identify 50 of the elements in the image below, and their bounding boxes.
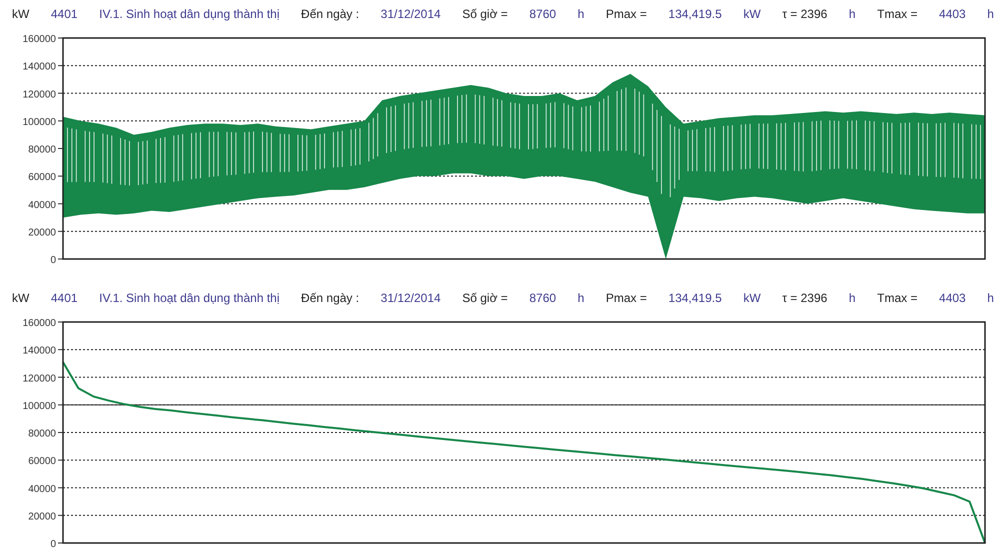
header-label: Tmax = [877,7,918,21]
y-tick-label: 140000 [22,62,56,73]
header-value: 4401 [50,291,78,305]
y-tick-label: 40000 [28,200,56,211]
y-tick-label: 40000 [28,484,56,495]
header-label: Số giờ = [462,291,508,305]
header-value: 8760 [529,7,556,21]
y-tick-label: 160000 [22,34,56,45]
header-value: h [578,291,584,305]
y-tick-label: 20000 [28,227,56,238]
y-tick-label: 100000 [22,400,56,412]
header-value: 8760 [529,291,556,305]
header-value: kW [743,291,761,305]
header-label: kW [12,7,30,21]
header-label: Số giờ = [462,7,508,21]
header-value: h [987,7,994,21]
header-label: Đến ngày : [301,291,360,305]
header-label: τ = 2396 [782,291,828,305]
y-tick-label: 60000 [28,456,56,468]
y-tick-label: 60000 [28,172,56,184]
y-tick-label: 100000 [22,116,56,128]
y-tick-label: 80000 [28,144,56,156]
header-value: IV.1. Sinh hoạt dân dụng thành thị [99,291,280,305]
header-value: 4403 [939,7,966,21]
y-tick-label: 160000 [22,318,56,329]
y-tick-label: 20000 [28,511,56,522]
y-tick-label: 120000 [22,373,56,384]
header-value: 134,419.5 [668,7,722,21]
y-tick-label: 120000 [22,89,56,100]
header-value: IV.1. Sinh hoạt dân dụng thành thị [99,7,280,21]
y-tick-label: 80000 [28,428,56,440]
header-value: h [848,291,856,305]
header-value: h [848,7,856,21]
header-value: 4403 [939,291,966,305]
header-value: 31/12/2014 [380,7,441,21]
header-value: h [987,291,994,305]
y-tick-label: 0 [50,539,56,550]
header-label: Tmax = [877,291,918,305]
header-value: kW [743,7,761,21]
header-value: 134,419.5 [668,291,722,305]
header-value: 4401 [50,7,78,21]
y-tick-label: 140000 [22,346,56,357]
y-tick-label: 0 [50,255,56,266]
header-label: Đến ngày : [301,7,360,21]
header-label: τ = 2396 [782,7,828,21]
header-label: Pmax = [606,291,647,305]
header-value: 31/12/2014 [380,291,441,305]
header-value: h [578,7,584,21]
header-label: Pmax = [606,7,647,21]
header-label: kW [12,291,30,305]
